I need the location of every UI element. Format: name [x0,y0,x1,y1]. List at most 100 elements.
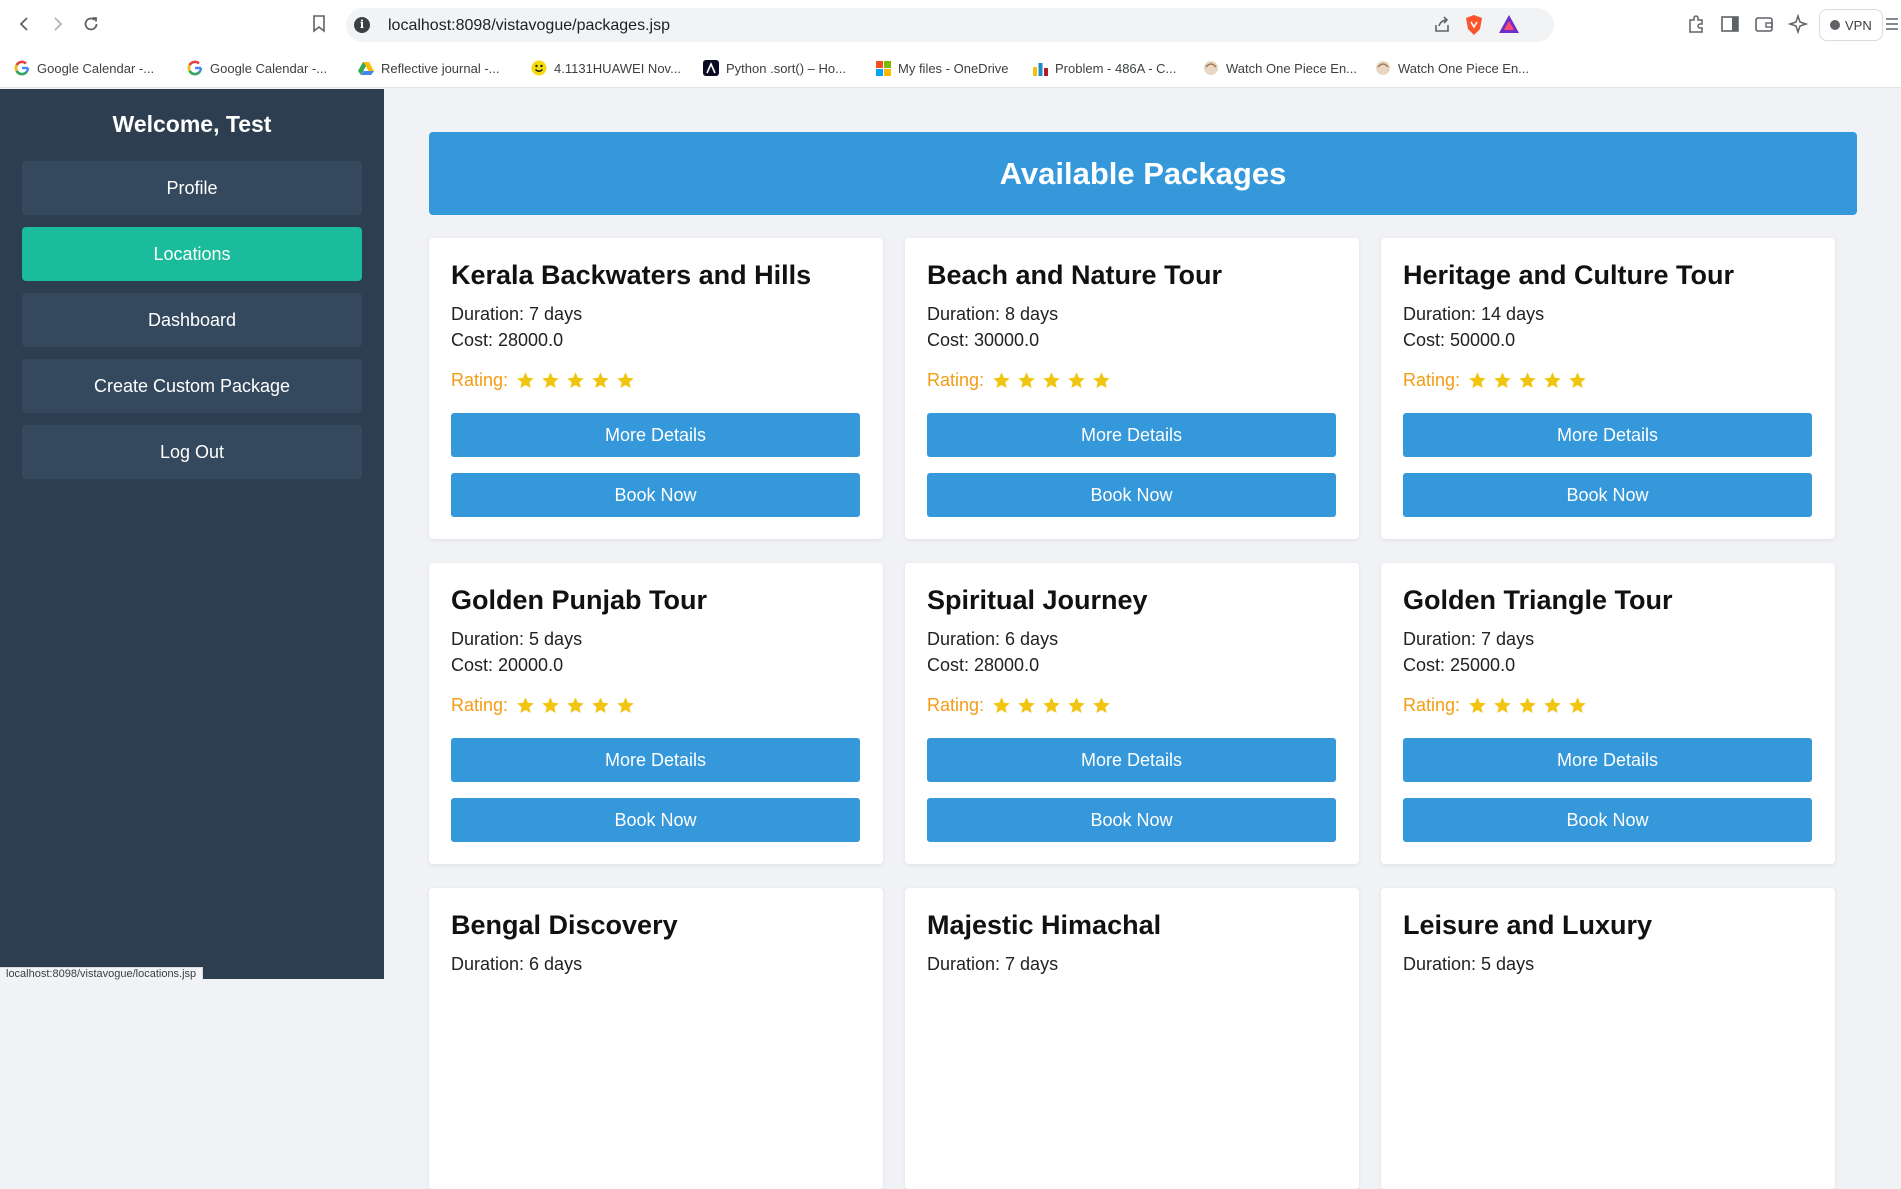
back-icon[interactable] [14,13,36,35]
rating-label: Rating: [451,695,509,715]
wallet-icon[interactable] [1754,14,1776,36]
menu-icon[interactable] [1885,14,1899,36]
bookmark-item[interactable]: Python .sort() – Ho... [703,58,846,78]
bookmark-item[interactable]: My files - OneDrive [875,58,1009,78]
browser-toolbar: i localhost:8098/vistavogue/packages.jsp [0,0,1901,50]
package-duration: Duration: 6 days [451,954,583,974]
smiley-icon [531,60,547,76]
star-icon [591,696,610,715]
google-icon [14,60,30,76]
package-duration: Duration: 6 days [927,629,1059,649]
package-rating: Rating: [1403,695,1587,716]
star-icon [1067,371,1086,390]
star-icon [516,371,535,390]
anime-icon [1203,60,1219,76]
site-info-icon[interactable]: i [354,17,370,33]
bookmark-icon[interactable] [308,13,330,35]
sidebar: Welcome, Test Profile Locations Dashboar… [0,89,384,979]
bookmark-item[interactable]: Problem - 486A - C... [1032,58,1176,78]
bookmark-label: Watch One Piece En... [1398,60,1530,76]
bookmark-item[interactable]: 4.1131HUAWEI Nov... [531,58,681,78]
leo-ai-icon[interactable] [1787,13,1810,36]
book-now-button[interactable]: Book Now [1403,798,1812,842]
bookmark-item[interactable]: Google Calendar -... [187,58,327,78]
codeforces-icon [1032,60,1048,76]
rating-label: Rating: [451,370,509,390]
star-icon [1493,371,1512,390]
star-icon [1092,371,1111,390]
book-now-button[interactable]: Book Now [451,798,860,842]
star-icon [1543,371,1562,390]
star-icon [1042,696,1061,715]
star-icon [1468,371,1487,390]
star-icon [1543,696,1562,715]
more-details-button[interactable]: More Details [1403,738,1812,782]
sidebar-item-log-out[interactable]: Log Out [22,425,362,479]
extensions-icon[interactable] [1686,14,1708,36]
package-card: Heritage and Culture Tour Duration: 14 d… [1381,238,1835,539]
rating-stars [516,696,635,715]
bookmark-item[interactable]: Reflective journal -... [358,58,500,78]
more-details-button[interactable]: More Details [927,413,1336,457]
rating-label: Rating: [927,695,985,715]
url-text: localhost:8098/vistavogue/packages.jsp [388,17,670,34]
star-icon [1493,696,1512,715]
page-title: Available Packages [429,132,1857,215]
package-cost: Cost: 20000.0 [451,655,564,675]
anime-icon [1375,60,1391,76]
more-details-button[interactable]: More Details [927,738,1336,782]
star-icon [1518,371,1537,390]
vpn-label: VPN [1845,17,1872,33]
sidebar-toggle-icon[interactable] [1720,14,1742,36]
bookmark-item[interactable]: Google Calendar -... [14,58,154,78]
package-cost: Cost: 28000.0 [927,655,1040,675]
package-card: Leisure and Luxury Duration: 5 days [1381,888,1835,1189]
sidebar-item-locations[interactable]: Locations [22,227,362,281]
google-icon [187,60,203,76]
bookmark-item[interactable]: Watch One Piece En... [1375,58,1529,78]
star-icon [992,696,1011,715]
bookmark-item[interactable]: Watch One Piece En... [1203,58,1357,78]
share-icon[interactable] [1432,15,1452,35]
more-details-button[interactable]: More Details [451,413,860,457]
star-icon [516,696,535,715]
sidebar-item-create-custom-package[interactable]: Create Custom Package [22,359,362,413]
star-icon [1568,371,1587,390]
package-rating: Rating: [451,695,635,716]
package-cost: Cost: 30000.0 [927,330,1040,350]
rating-stars [992,371,1111,390]
brave-rewards-icon[interactable] [1498,14,1519,34]
bookmark-label: Reflective journal -... [381,60,500,76]
microsoft-icon [875,60,891,76]
package-duration: Duration: 7 days [1403,629,1535,649]
rating-label: Rating: [927,370,985,390]
brave-shield-icon[interactable] [1464,14,1484,35]
book-now-button[interactable]: Book Now [1403,473,1812,517]
package-duration: Duration: 8 days [927,304,1059,324]
package-duration: Duration: 14 days [1403,304,1545,324]
welcome-heading: Welcome, Test [112,111,272,137]
rating-stars [1468,696,1587,715]
sidebar-item-profile[interactable]: Profile [22,161,362,215]
book-now-button[interactable]: Book Now [927,798,1336,842]
book-now-button[interactable]: Book Now [451,473,860,517]
package-title: Leisure and Luxury [1403,910,1653,940]
package-duration: Duration: 5 days [451,629,583,649]
vpn-status-icon [1830,20,1840,30]
rating-label: Rating: [1403,695,1461,715]
package-title: Spiritual Journey [927,585,1148,615]
star-icon [566,371,585,390]
reload-icon[interactable] [80,13,102,35]
forward-icon[interactable] [46,13,68,35]
package-title: Heritage and Culture Tour [1403,260,1735,290]
vpn-button[interactable]: VPN [1819,9,1883,41]
star-icon [1468,696,1487,715]
bookmark-label: 4.1131HUAWEI Nov... [554,60,681,76]
address-bar[interactable]: i localhost:8098/vistavogue/packages.jsp [346,8,1554,42]
more-details-button[interactable]: More Details [451,738,860,782]
star-icon [1017,696,1036,715]
star-icon [566,696,585,715]
sidebar-item-dashboard[interactable]: Dashboard [22,293,362,347]
book-now-button[interactable]: Book Now [927,473,1336,517]
more-details-button[interactable]: More Details [1403,413,1812,457]
